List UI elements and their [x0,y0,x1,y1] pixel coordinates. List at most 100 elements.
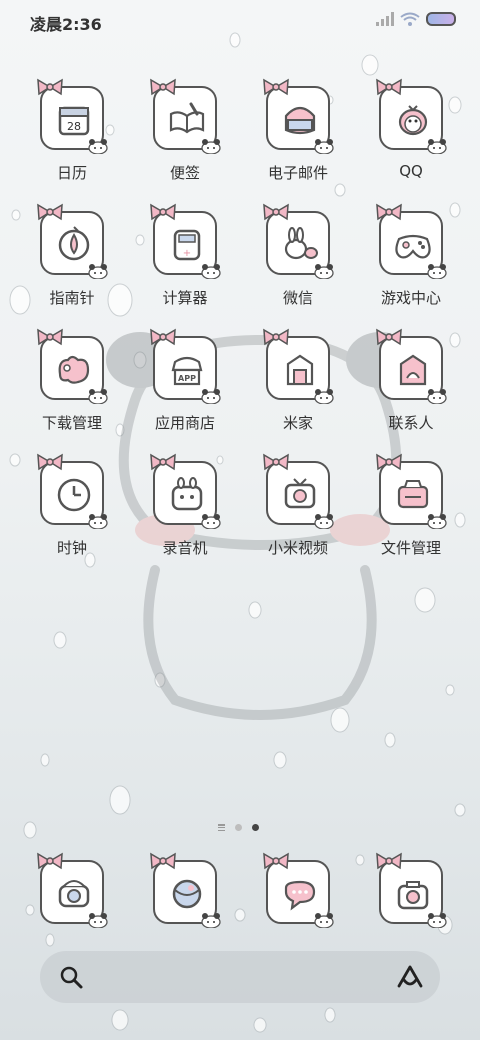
grid-app-notebook[interactable]: 便签 [135,78,235,196]
dock-app-messages[interactable] [248,852,348,970]
panda-cub-decoration [201,139,221,154]
download-icon [58,355,90,384]
panda-cub-decoration [201,264,221,279]
dock-app-camera[interactable] [22,852,122,970]
calendar-icon: 28 [58,106,90,136]
app-store-badge: APP [178,374,196,383]
calculator-icon: + [173,229,201,261]
battery-icon [426,12,456,26]
svg-text:+: + [183,248,191,259]
bow-decoration [263,78,289,96]
app-store-icon: APP [171,356,203,386]
grid-app-home[interactable]: 米家 [248,328,348,446]
grid-app-mail[interactable]: 电子邮件 [248,78,348,196]
bow-decoration [150,203,176,221]
panda-cub-decoration [427,264,447,279]
dock-app-browser-globe[interactable] [135,852,235,970]
app-icon-tile[interactable] [263,78,334,154]
bow-decoration [376,328,402,346]
status-time: 凌晨2:36 [30,15,102,34]
bow-decoration [376,852,402,870]
grid-app-tv[interactable]: 小米视频 [248,453,348,571]
app-icon-tile[interactable] [150,852,221,928]
grid-app-penguin[interactable]: QQ [361,78,461,196]
bow-decoration [376,453,402,471]
app-icon-tile[interactable] [263,453,334,529]
panda-cub-decoration [314,913,334,928]
app-icon-tile[interactable] [376,78,447,154]
page-dot[interactable] [235,824,242,831]
grid-app-calculator[interactable]: + 计算器 [135,203,235,321]
camera-icon [58,880,90,908]
dock-app-photo-camera[interactable] [361,852,461,970]
app-icon-tile[interactable] [263,328,334,404]
wifi-icon [400,12,420,26]
bow-decoration [37,203,63,221]
app-label: 联系人 [388,414,434,432]
grid-app-download[interactable]: 下载管理 [22,328,122,446]
calendar-date: 28 [67,120,81,133]
messages-icon [284,880,316,911]
gamepad-icon [395,234,431,259]
app-icon-tile[interactable] [376,453,447,529]
app-icon-tile[interactable] [37,328,108,404]
app-icon-tile[interactable] [150,453,221,529]
app-icon-tile[interactable] [263,203,334,279]
grid-app-calendar[interactable]: 28 日历 [22,78,122,196]
app-icon-tile[interactable] [37,453,108,529]
app-label: 微信 [282,289,313,307]
grid-app-contacts[interactable]: 联系人 [361,328,461,446]
bow-decoration [263,328,289,346]
page-indicator[interactable] [218,824,259,831]
app-icon-tile[interactable] [376,203,447,279]
recorder-icon [171,477,203,511]
app-icon-tile[interactable] [150,78,221,154]
panda-cub-decoration [201,514,221,529]
app-label: 指南针 [49,289,95,307]
bow-decoration [37,852,63,870]
bow-decoration [263,453,289,471]
panda-cub-decoration [88,264,108,279]
app-label: 文件管理 [380,539,441,557]
app-icon-tile[interactable] [263,852,334,928]
app-label: 时钟 [56,539,87,557]
panda-cub-decoration [88,514,108,529]
tv-icon [284,478,316,509]
app-label: 米家 [282,414,313,432]
grid-app-compass[interactable]: 指南针 [22,203,122,321]
grid-app-wechat-bunny[interactable]: 微信 [248,203,348,321]
app-label: 便签 [169,164,200,182]
grid-app-gamepad[interactable]: 游戏中心 [361,203,461,321]
app-label: 日历 [56,164,87,182]
page-indicator-list[interactable] [218,824,225,831]
browser-globe-icon [172,879,202,909]
app-icon-tile[interactable]: 28 [37,78,108,154]
panda-cub-decoration [427,913,447,928]
panda-cub-decoration [427,139,447,154]
app-label: 计算器 [162,289,208,307]
grid-app-recorder[interactable]: 录音机 [135,453,235,571]
app-icon-tile[interactable]: + [150,203,221,279]
app-label: 录音机 [162,539,208,557]
signal-icon [376,12,394,26]
app-label: 电子邮件 [267,164,328,182]
bow-decoration [150,453,176,471]
bow-decoration [37,78,63,96]
app-icon-tile[interactable] [37,852,108,928]
panda-cub-decoration [314,389,334,404]
grid-app-clock[interactable]: 时钟 [22,453,122,571]
bow-decoration [37,453,63,471]
status-icons [376,12,456,26]
app-icon-tile[interactable] [37,203,108,279]
app-icon-tile[interactable] [376,852,447,928]
app-icon-tile[interactable] [376,328,447,404]
app-label: 下载管理 [41,414,102,432]
bow-decoration [150,78,176,96]
status-bar: 凌晨2:36 [0,0,480,42]
page-dot-active[interactable] [252,824,259,831]
grid-app-app-store[interactable]: APP 应用商店 [135,328,235,446]
app-label: 应用商店 [154,414,215,432]
grid-app-files[interactable]: 文件管理 [361,453,461,571]
wechat-bunny-icon [284,227,318,260]
app-icon-tile[interactable]: APP [150,328,221,404]
